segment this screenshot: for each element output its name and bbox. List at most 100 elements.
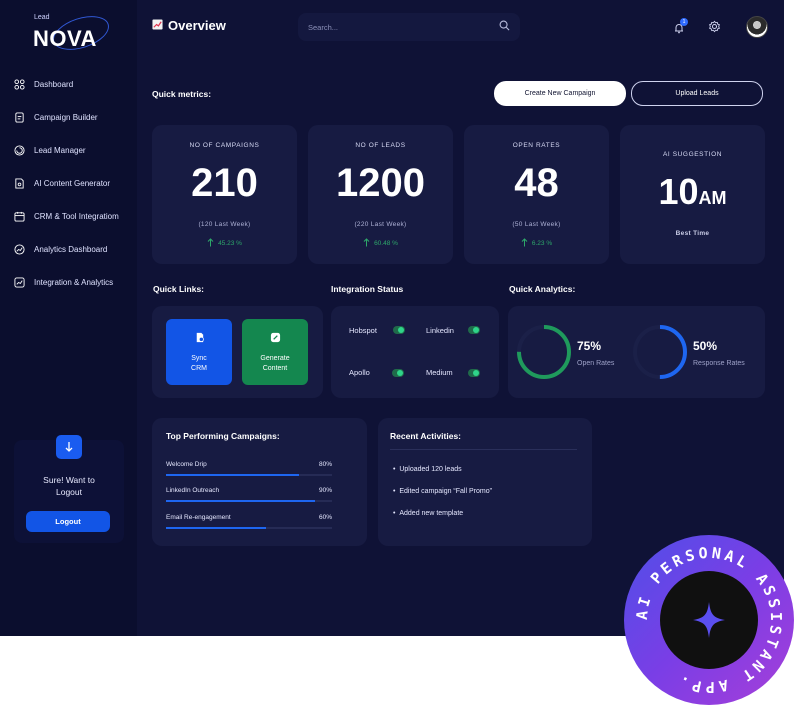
toggle-medium[interactable] <box>468 369 480 377</box>
gear-icon[interactable] <box>708 20 721 33</box>
metric-change: 6.23 % <box>464 238 609 249</box>
campaign-progress-fill <box>166 527 266 529</box>
sparkle-star-icon <box>693 602 725 638</box>
response-rate-donut <box>633 325 687 379</box>
campaign-name: LinkedIn Outreach <box>166 487 220 494</box>
integration-name: Hobspot <box>349 326 377 335</box>
sidebar-item-dashboard[interactable]: Dashboard <box>14 74 73 94</box>
toggle-linkedin[interactable] <box>468 326 480 334</box>
open-rate-donut <box>517 325 571 379</box>
sidebar-item-crm-integration[interactable]: CRM & Tool Integratiom <box>14 206 119 226</box>
ai-suggestion-value: 10AM <box>620 171 765 213</box>
toggle-hobspot[interactable] <box>393 326 405 334</box>
arrow-up-icon <box>207 238 214 249</box>
metric-value: 210 <box>191 161 258 205</box>
avatar[interactable] <box>746 16 768 38</box>
metric-change-value: 6.23 % <box>531 240 553 247</box>
ai-doc-icon <box>14 177 25 189</box>
sidebar-item-label: Dashboard <box>34 79 74 89</box>
trend-box-icon <box>14 276 25 288</box>
integration-name: Linkedin <box>426 326 454 335</box>
integration-item-medium: Medium <box>426 368 453 377</box>
divider <box>390 449 577 450</box>
sidebar-item-integration-analytics[interactable]: Integration & Analytics <box>14 272 113 292</box>
campaign-name: Welcome Drip <box>166 461 207 468</box>
ai-time-unit: AM <box>698 188 727 208</box>
metric-card-campaigns: NO OF CAMPAIGNS 210 (120 Last Week) 45.2… <box>152 125 297 264</box>
upload-leads-button[interactable]: Upload Leads <box>631 81 763 106</box>
metric-label: NO OF LEADS <box>355 142 406 149</box>
activity-item: • Added new template <box>393 510 464 517</box>
activity-text: Added new template <box>399 510 464 517</box>
create-campaign-button[interactable]: Create New Campaign <box>494 81 626 106</box>
metric-sub: (220 Last Week) <box>354 221 407 228</box>
chart-emoji-icon <box>152 18 163 33</box>
sidebar-item-label: Campaign Builder <box>34 112 98 122</box>
metric-card-open-rates: OPEN RATES 48 (50 Last Week) 6.23 % <box>464 125 609 264</box>
metric-card-leads: NO OF LEADS 1200 (220 Last Week) 60.48 % <box>308 125 453 264</box>
sync-crm-button[interactable]: Sync CRM <box>166 319 232 385</box>
metric-label: NO OF CAMPAIGNS <box>189 142 260 149</box>
sidebar: Lead NOVA Dashboard Campaign Builder Lea… <box>0 0 137 636</box>
campaign-progress-bar <box>166 500 332 502</box>
quick-links-label: Quick Links: <box>153 284 205 294</box>
ai-assistant-badge: AI PERSONAL ASSISTANT APP. <box>624 535 794 705</box>
tile-label: Sync CRM <box>191 355 207 372</box>
generate-content-button[interactable]: Generate Content <box>242 319 308 385</box>
page-title-text: Overview <box>168 18 226 33</box>
metric-value: 48 <box>514 161 559 205</box>
sidebar-item-lead-manager[interactable]: Lead Manager <box>14 140 86 160</box>
activity-text: Edited campaign “Fall Promo” <box>399 488 492 495</box>
metric-change: 45.23 % <box>152 238 297 249</box>
metric-change: 60.48 % <box>308 238 453 249</box>
campaign-percent: 90% <box>318 487 332 494</box>
trend-icon <box>14 243 25 255</box>
sidebar-item-label: CRM & Tool Integratiom <box>34 211 119 221</box>
integration-status-panel <box>331 306 499 398</box>
metric-change-value: 60.48 % <box>374 240 398 247</box>
campaign-progress-fill <box>166 500 316 502</box>
open-rate-percent: 75% <box>577 339 602 353</box>
sidebar-item-campaign-builder[interactable]: Campaign Builder <box>14 107 98 127</box>
search-input[interactable]: Search... <box>298 13 520 41</box>
toggle-apollo[interactable] <box>392 369 404 377</box>
metric-card-ai-suggestion: AI SUGGESTION 10AM Best Time <box>620 125 765 264</box>
integration-item-linkedin: Linkedin <box>426 326 454 335</box>
page-title: Overview <box>152 18 226 33</box>
sync-crm-icon <box>194 330 205 348</box>
quick-analytics-label: Quick Analytics: <box>509 284 576 294</box>
activity-item: • Edited campaign “Fall Promo” <box>393 488 492 495</box>
campaign-percent: 60% <box>318 514 332 521</box>
quick-metrics-label: Quick metrics: <box>152 89 212 99</box>
campaign-progress-bar <box>166 474 332 476</box>
metric-sub: (50 Last Week) <box>512 221 561 228</box>
integration-status-label: Integration Status <box>331 284 404 294</box>
logo-nova-text: NOVA <box>33 26 97 51</box>
integration-name: Medium <box>426 368 453 377</box>
sidebar-item-label: AI Content Generator <box>34 178 111 188</box>
sidebar-item-analytics-dashboard[interactable]: Analytics Dashboard <box>14 239 107 259</box>
search-placeholder: Search... <box>308 22 339 32</box>
campaign-percent: 80% <box>318 461 332 468</box>
response-rate-label: Response Rates <box>693 360 745 367</box>
sidebar-item-ai-content-generator[interactable]: AI Content Generator <box>14 173 110 193</box>
logout-button[interactable]: Logout <box>26 511 110 532</box>
tile-label: Generate Content <box>260 355 290 372</box>
integration-item-hobspot: Hobspot <box>349 326 377 335</box>
logout-prompt: Sure! Want to Logout <box>43 475 95 497</box>
sidebar-item-label: Analytics Dashboard <box>34 244 108 254</box>
notification-badge: 1 <box>680 18 688 26</box>
activity-text: Uploaded 120 leads <box>399 466 462 473</box>
activity-item: • Uploaded 120 leads <box>393 466 462 473</box>
arrow-up-icon <box>363 238 370 249</box>
integration-item-apollo: Apollo <box>349 368 370 377</box>
logo: Lead NOVA <box>30 9 114 57</box>
metric-label: OPEN RATES <box>512 142 561 149</box>
campaign-progress-fill <box>166 474 299 476</box>
open-rate-label: Open Rates <box>577 360 615 367</box>
search-icon[interactable] <box>499 18 510 36</box>
logout-card: Sure! Want to Logout Logout <box>14 435 124 543</box>
arrow-up-icon <box>521 238 528 249</box>
campaign-progress-bar <box>166 527 332 529</box>
response-rate-percent: 50% <box>693 339 718 353</box>
